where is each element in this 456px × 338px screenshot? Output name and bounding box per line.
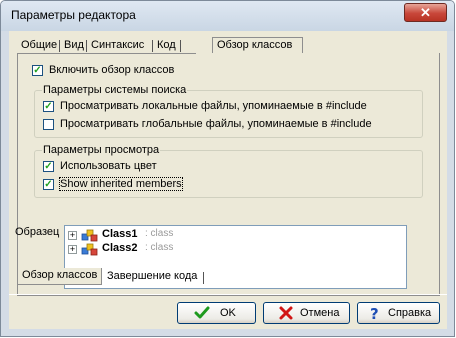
checkbox-box[interactable]: ✓	[32, 65, 43, 76]
footer-divider	[9, 294, 447, 295]
svg-text:?: ?	[370, 305, 379, 321]
cancel-label: Отмена	[300, 307, 340, 319]
group-title: Параметры просмотра	[42, 144, 161, 156]
class-name: Class1	[102, 228, 138, 240]
checkbox-box[interactable]: ✓	[43, 179, 54, 190]
dialog-client-area: Общие Вид Синтаксис Код Обзор классов ✓ …	[9, 31, 447, 329]
expand-icon[interactable]: +	[68, 231, 77, 240]
search-options-group: Параметры системы поиска ✓ Просматривать…	[34, 84, 423, 138]
browse-local-files-checkbox[interactable]: ✓ Просматривать локальные файлы, упомина…	[43, 100, 413, 114]
tab-separator	[86, 40, 87, 52]
view-options-group: Параметры просмотра ✓ Использовать цвет …	[34, 144, 423, 198]
help-icon: ?	[370, 305, 379, 321]
sample-label: Образец	[15, 226, 60, 238]
expand-icon[interactable]: +	[68, 245, 77, 254]
cancel-button[interactable]: Отмена	[263, 302, 350, 324]
tab-code[interactable]: Код	[157, 38, 176, 53]
tab-class-browser[interactable]: Обзор классов	[212, 37, 303, 53]
group-title: Параметры системы поиска	[42, 84, 188, 96]
browse-global-files-checkbox[interactable]: Просматривать глобальные файлы, упоминае…	[43, 118, 413, 132]
enable-class-browser-checkbox[interactable]: ✓ Включить обзор классов	[32, 64, 232, 78]
tab-code-completion[interactable]: Завершение кода	[107, 269, 197, 284]
checkbox-box[interactable]: ✓	[43, 101, 54, 112]
class-browser-panel: ✓ Включить обзор классов Параметры систе…	[15, 53, 440, 296]
cross-icon	[279, 306, 293, 320]
checkbox-label: Show inherited members	[59, 177, 183, 191]
tab-separator	[59, 40, 60, 52]
class-type: : class	[145, 242, 174, 253]
checkbox-box[interactable]	[43, 119, 54, 130]
title-bar[interactable]: Параметры редактора ✕	[1, 1, 454, 31]
checkbox-label: Включить обзор классов	[49, 64, 175, 76]
ok-label: OK	[220, 307, 236, 319]
help-button[interactable]: ? Справка	[357, 302, 440, 324]
class-icon	[81, 243, 98, 256]
editor-settings-dialog: Параметры редактора ✕ Общие Вид Синтакси…	[0, 0, 455, 337]
class-name: Class2	[102, 242, 138, 254]
show-inherited-members-checkbox[interactable]: ✓ Show inherited members	[43, 177, 243, 192]
tab-separator	[203, 272, 204, 284]
tab-separator	[152, 40, 153, 52]
use-color-checkbox[interactable]: ✓ Использовать цвет	[43, 160, 243, 174]
class-type: : class	[145, 228, 174, 239]
checkbox-box[interactable]: ✓	[43, 161, 54, 172]
tab-syntax[interactable]: Синтаксис	[91, 38, 144, 53]
tab-general[interactable]: Общие	[21, 38, 57, 53]
tab-separator	[180, 40, 181, 52]
tab-view[interactable]: Вид	[64, 38, 84, 53]
close-button[interactable]: ✕	[404, 3, 447, 22]
help-label: Справка	[388, 307, 432, 319]
checkbox-label: Использовать цвет	[60, 160, 157, 172]
ok-button[interactable]: OK	[177, 302, 256, 324]
tab-class-browser-bottom[interactable]: Обзор классов	[17, 268, 102, 285]
checkbox-label: Просматривать локальные файлы, упоминаем…	[60, 100, 367, 112]
checkmark-icon	[194, 306, 210, 319]
window-title: Параметры редактора	[11, 8, 136, 22]
class-icon	[81, 229, 98, 242]
checkbox-label: Просматривать глобальные файлы, упоминае…	[60, 118, 372, 130]
